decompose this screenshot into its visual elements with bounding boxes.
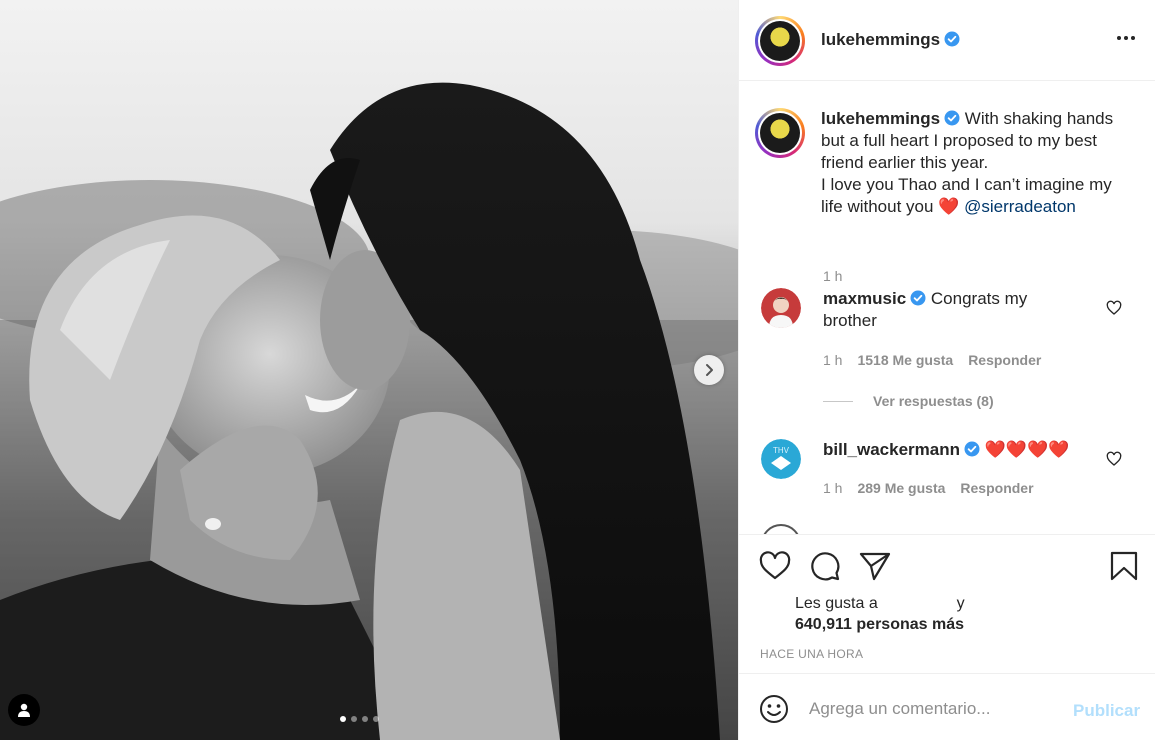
carousel-dot bbox=[373, 716, 379, 722]
post-header: lukehemmings bbox=[739, 0, 1155, 81]
commenter-avatar[interactable] bbox=[761, 524, 801, 534]
likes-prefix: Les gusta a bbox=[795, 595, 878, 612]
user-tag-icon bbox=[18, 703, 30, 717]
carousel-dot bbox=[351, 716, 357, 722]
couple-photo-illustration bbox=[0, 82, 738, 740]
comment-body: maxmusic Congrats my brother bbox=[823, 288, 1093, 332]
post-timestamp[interactable]: HACE UNA HORA bbox=[760, 647, 863, 661]
publish-button[interactable]: Publicar bbox=[1073, 701, 1140, 721]
chevron-right-icon bbox=[706, 364, 713, 376]
next-slide-button[interactable] bbox=[694, 355, 724, 385]
caption-author-avatar[interactable] bbox=[755, 108, 805, 158]
author-avatar[interactable] bbox=[755, 16, 805, 66]
post-side-panel: lukehemmings lukehemmings With shaking h… bbox=[738, 0, 1155, 740]
add-comment-bar: Publicar bbox=[739, 673, 1155, 740]
caption-line: With shaking hands bbox=[964, 109, 1114, 128]
verified-badge-icon bbox=[964, 441, 980, 457]
verified-badge-icon bbox=[944, 110, 960, 126]
comment-time[interactable]: 1 h bbox=[823, 480, 842, 496]
comment-meta: 1 h 1518 Me gusta Responder bbox=[823, 352, 1041, 368]
bookmark-icon[interactable] bbox=[1110, 551, 1138, 581]
comments-list[interactable]: lukehemmings With shaking hands but a fu… bbox=[739, 82, 1155, 534]
comment-likes-count[interactable]: 1518 Me gusta bbox=[857, 352, 953, 368]
carousel-dot bbox=[340, 716, 346, 722]
comment-text: brother bbox=[823, 311, 877, 330]
commenter-avatar[interactable] bbox=[761, 288, 801, 328]
comment-likes-count[interactable]: 289 Me gusta bbox=[857, 480, 945, 496]
caption-mention-link[interactable]: @sierradeaton bbox=[964, 197, 1076, 216]
comment-body: bill_wackermann ❤️❤️❤️❤️ bbox=[823, 439, 1113, 461]
caption-timestamp[interactable]: 1 h bbox=[823, 268, 842, 284]
author-username-text[interactable]: lukehemmings bbox=[821, 30, 940, 49]
verified-badge-icon bbox=[944, 31, 960, 47]
reply-button[interactable]: Responder bbox=[960, 480, 1033, 496]
comment-input[interactable] bbox=[809, 694, 1059, 724]
caption-line: but a full heart I proposed to my best bbox=[821, 131, 1097, 150]
comment-like-icon[interactable] bbox=[1106, 300, 1122, 316]
caption-text: lukehemmings With shaking hands but a fu… bbox=[821, 108, 1139, 218]
author-username[interactable]: lukehemmings bbox=[821, 30, 960, 50]
comment-bubble-icon[interactable] bbox=[809, 551, 841, 581]
reply-button[interactable]: Responder bbox=[968, 352, 1041, 368]
view-replies-button[interactable]: Ver respuestas (8) bbox=[823, 393, 994, 409]
caption-line: life without you bbox=[821, 197, 934, 216]
caption-username[interactable]: lukehemmings bbox=[821, 109, 940, 128]
likes-count-link[interactable]: 640,911 personas más bbox=[795, 616, 964, 634]
caption-line: I love you Thao and I can’t imagine my bbox=[821, 175, 1112, 194]
heart-outline-icon[interactable] bbox=[759, 551, 791, 581]
heart-emoji: ❤️ bbox=[938, 197, 960, 216]
tagged-users-button[interactable] bbox=[8, 694, 40, 726]
paper-plane-icon[interactable] bbox=[859, 551, 891, 581]
commenter-username[interactable]: bill_wackermann bbox=[823, 440, 960, 459]
carousel-dot bbox=[362, 716, 368, 722]
smiley-icon[interactable] bbox=[759, 694, 789, 724]
comment-text: ❤️❤️❤️❤️ bbox=[984, 440, 1070, 459]
svg-text:THV: THV bbox=[773, 446, 790, 455]
comment-time[interactable]: 1 h bbox=[823, 352, 842, 368]
replies-divider bbox=[823, 400, 853, 402]
view-replies-label[interactable]: Ver respuestas (8) bbox=[873, 393, 994, 409]
likes-summary: Les gusta a y bbox=[795, 595, 965, 613]
post-actions: Les gusta a y 640,911 personas más HACE … bbox=[739, 534, 1155, 674]
commenter-username[interactable]: maxmusic bbox=[823, 289, 906, 308]
carousel-indicator bbox=[340, 716, 379, 722]
more-options-icon[interactable] bbox=[1116, 28, 1136, 48]
comment-meta: 1 h 289 Me gusta Responder bbox=[823, 480, 1034, 496]
caption-line: friend earlier this year. bbox=[821, 153, 989, 172]
likes-conjunction: y bbox=[956, 595, 965, 612]
comment-like-icon[interactable] bbox=[1106, 451, 1122, 467]
verified-badge-icon bbox=[910, 290, 926, 306]
post-photo[interactable] bbox=[0, 0, 738, 740]
comment-text: Congrats my bbox=[930, 289, 1028, 308]
commenter-avatar[interactable]: THV bbox=[761, 439, 801, 479]
